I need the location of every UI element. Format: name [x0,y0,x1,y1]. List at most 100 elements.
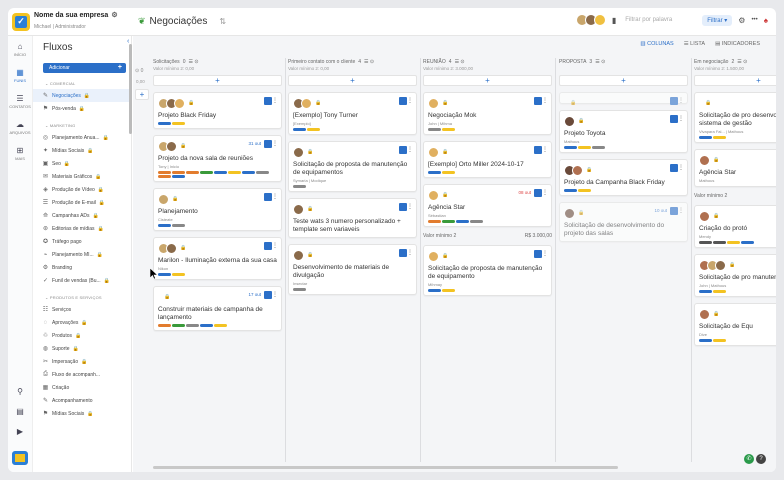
deal-card[interactable]: 🔒 ⋮ [Exemplo] Tony Turner [Exemplo] [288,92,417,135]
company-switcher[interactable]: ✓ Nome da sua empresa ⚙ Michael | Adminis… [8,12,134,31]
sidebar-item[interactable]: ✎ Acompanhamento [33,394,131,407]
card-menu-icon[interactable]: ⋮ [272,193,278,200]
card-menu-icon[interactable]: ⋮ [272,291,278,298]
sidebar-scrollbar[interactable] [129,44,132,134]
deal-card[interactable]: 🔒 ⋮ Projeto da Campanha Black Friday [559,159,688,196]
sidebar-item[interactable]: ✂ Impersação 🔒 [33,355,131,368]
column-header[interactable]: PROPOSTA 3 ☰ ⊙ [559,58,688,66]
sidebar-item[interactable]: ⟰ Campanhas ADs 🔒 [33,209,131,222]
sidebar-item[interactable]: ◌ Aprovações 🔒 [33,316,131,329]
sidebar-item[interactable]: ◍ Suporte 🔒 [33,342,131,355]
card-menu-icon[interactable]: ⋮ [272,97,278,104]
deal-card[interactable]: 🔒 ⋮ Marilon - Iluminação externa da sua ca… [153,237,282,280]
card-menu-icon[interactable]: ⋮ [407,249,413,256]
rail-button[interactable]: ▶ [8,421,32,441]
sidebar-item[interactable]: ✪ Tráfego pago [33,235,131,248]
deal-card[interactable]: 🔒 ⋮ Planejamento Cisteate [153,188,282,231]
view-tab-indicadores[interactable]: ▤ INDICADORES [715,41,760,47]
add-card-button[interactable]: + [423,75,552,86]
bell-icon[interactable]: ♠ [764,16,768,25]
deal-card[interactable]: 🔒⋮Solicitação de pro desenvolvimento m s… [694,92,776,143]
rail-item-mais[interactable]: ⊞ MAIS [8,140,32,166]
deal-card[interactable]: 🔒 ⋮ Projeto Black Friday [153,92,282,129]
card-menu-icon[interactable]: ⋮ [272,242,278,249]
deal-card[interactable]: 🔒 ⋮ Projeto Toyota Mathous [559,110,688,153]
sidebar-item[interactable]: ☷ Serviços [33,303,131,316]
sidebar-item[interactable]: ◎ Planejamento Anua... 🔒 [33,131,131,144]
deal-card[interactable]: 🔒 ⋮ Teste wats 3 numero personalizado + te… [288,198,417,238]
sidebar-section-header[interactable]: ⌄ MARKETING [45,123,131,128]
deal-card[interactable]: 🔒 17 out ⋮ Construir materiais de campanha … [153,286,282,331]
column-header[interactable]: Primeiro contato com o cliente 4 ☰ ⊙ [288,58,417,66]
pipeline-title-area[interactable]: ❦ Negociações ⇅ [138,16,226,27]
column-header[interactable]: Solicitações 0 ☰ ⊙ [153,58,282,66]
view-tab-lista[interactable]: ☰ LISTA [684,41,705,47]
view-tab-colunas[interactable]: ▥ COLUNAS [640,41,673,47]
sidebar-item[interactable]: ✓ Funil de vendas (Bu... 🔒 [33,274,131,287]
rail-item-funis[interactable]: ▦ FUNIS [8,62,32,88]
column-header[interactable]: Em negociação 2 ☰ ⊙ [694,58,776,66]
card-menu-icon[interactable]: ⋮ [678,97,684,104]
sidebar-item[interactable]: ⎙ Fluxo de acompanh... [33,368,131,381]
sidebar-item[interactable]: ☰ Produção de E-mail 🔒 [33,196,131,209]
more-icon[interactable]: ••• [751,17,757,23]
search-input[interactable]: Filtrar por palavra [622,13,696,27]
gear-icon[interactable]: ⚙ [111,12,117,20]
sidebar-item[interactable]: ⚑ Mídias Sociais 🔒 [33,407,131,420]
column-menu-icon[interactable]: ☰ ⊙ [188,59,198,65]
rail-button[interactable]: ⚲ [8,381,32,401]
column-menu-icon[interactable]: ☰ ⊙ [595,59,605,65]
card-menu-icon[interactable]: ⋮ [678,207,684,214]
add-card-button[interactable]: + [559,75,688,86]
rail-button[interactable]: ▤ [8,401,32,421]
sidebar-item[interactable]: ◈ Produção de Vídeo 🔒 [33,183,131,196]
members-avatars[interactable] [575,14,606,26]
filter-button[interactable]: Filtrar ▾ [702,14,733,26]
deal-card[interactable]: 🔒 ⋮ Desenvolvimento de materiais de divulg… [288,244,417,295]
sidebar-item[interactable]: ✎ Negociações 🔒 [33,89,131,102]
deal-card[interactable]: 🔒 10 out ⋮ Solicitação de desenvolvimento d… [559,202,688,242]
sidebar-item[interactable]: ✦ Mídias Sociais 🔒 [33,144,131,157]
card-menu-icon[interactable]: ⋮ [407,97,413,104]
deal-card[interactable]: 🔒 ⋮ [Exemplo] Orto Miller 2024-10-17 [423,141,552,178]
column-menu-icon[interactable]: ☰ ⊙ [364,59,374,65]
gear-icon[interactable]: ⚙ [738,16,745,25]
deal-card[interactable]: 🔒⋮Solicitação de pro manutençãoJohn | Ma… [694,254,776,297]
sidebar-item[interactable]: ♲ Produtos 🔒 [33,329,131,342]
rail-item-contatos[interactable]: ☰ CONTATOS [8,88,32,114]
deal-card[interactable]: 🔒 31 out ⋮ Projeto da nova sala de reuniões… [153,135,282,182]
card-menu-icon[interactable]: ⋮ [272,140,278,147]
sidebar-item[interactable]: ▣ Seo 🔒 [33,157,131,170]
column-header[interactable]: REUNIÃO 4 ☰ ⊙ [423,58,552,66]
help-icon[interactable]: ? [756,454,766,464]
add-card-button[interactable]: + [694,75,776,86]
deal-card[interactable]: 🔒 08 out ⋮ Agência Star Sébastian [423,184,552,227]
deal-card[interactable]: 🔒⋮Agência StarMathous [694,149,776,187]
card-menu-icon[interactable]: ⋮ [678,115,684,122]
sidebar-section-header[interactable]: ⌄ COMERCIAL [45,81,131,86]
sidebar-section-header[interactable]: ⌄ PRODUTOS E SERVIÇOS [45,295,131,300]
sidebar-item[interactable]: ⌁ Planejamento MI... 🔒 [33,248,131,261]
card-menu-icon[interactable]: ⋮ [678,164,684,171]
whatsapp-icon[interactable]: ✆ [744,454,754,464]
card-menu-icon[interactable]: ⋮ [407,203,413,210]
deal-card[interactable]: 🔒 ⋮ Solicitação de proposta de manutenção … [423,245,552,296]
add-card-button[interactable]: + [288,75,417,86]
card-menu-icon[interactable]: ⋮ [542,250,548,257]
swap-icon[interactable]: ⇅ [219,17,226,26]
column-menu-icon[interactable]: ☰ ⊙ [737,59,747,65]
card-menu-icon[interactable]: ⋮ [542,146,548,153]
add-card-button[interactable]: + [153,75,282,86]
deal-card[interactable]: 🔒 ⋮ Solicitação de proposta de manutenção … [288,141,417,192]
deal-card[interactable]: 🔒⋮Criação do protóMendy [694,205,776,248]
card-menu-icon[interactable]: ⋮ [407,146,413,153]
sidebar-item[interactable]: ⊛ Editorias de mídias 🔒 [33,222,131,235]
lock-icon[interactable]: ▮ [612,16,616,25]
deal-card[interactable]: 🔒 ⋮ [559,92,688,106]
card-menu-icon[interactable]: ⋮ [542,97,548,104]
sidebar-item[interactable]: ⚙ Branding [33,261,131,274]
rail-item-arquivos[interactable]: ☁ ARQUIVOS [8,114,32,140]
sidebar-item[interactable]: ▦ Criação [33,381,131,394]
column-menu-icon[interactable]: ☰ ⊙ [455,59,465,65]
sidebar-item[interactable]: ✉ Materiais Gráficos 🔒 [33,170,131,183]
